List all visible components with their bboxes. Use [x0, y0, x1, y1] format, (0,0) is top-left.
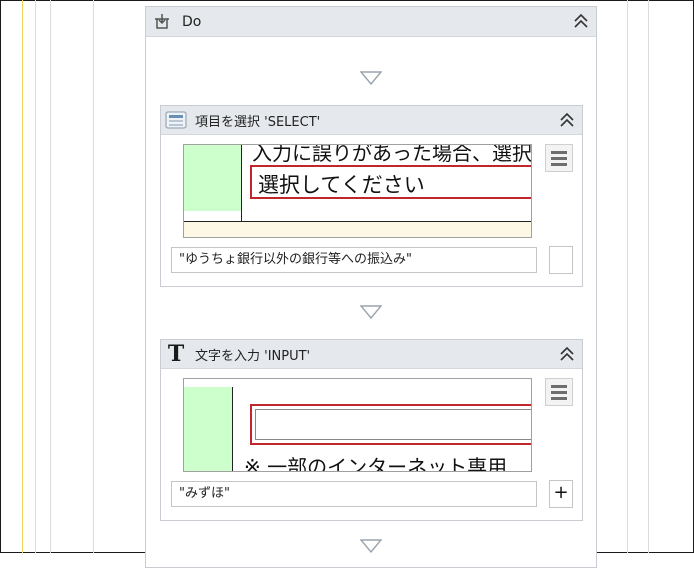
- label-cell: [184, 387, 232, 471]
- input-activity[interactable]: T 文字を入力 'INPUT' ※ 一部のインターネット専用 "みずほ" +: [160, 339, 583, 521]
- collapse-icon[interactable]: [572, 12, 590, 30]
- cell-divider: [241, 145, 242, 221]
- text-value-field[interactable]: "みずほ": [171, 481, 537, 507]
- preview-text-top: 入力に誤りがあった場合、選択: [252, 144, 532, 165]
- guide-line: [22, 0, 23, 553]
- flow-arrow-icon: [360, 71, 382, 85]
- collapse-icon[interactable]: [558, 111, 576, 129]
- preview-text-bottom: ※ 一部のインターネット専用: [244, 455, 508, 472]
- label-cell: [184, 145, 241, 211]
- collapse-icon[interactable]: [558, 345, 576, 363]
- select-box: 選択してください: [250, 165, 531, 199]
- do-loop-icon: [155, 13, 169, 29]
- type-text-icon: T: [167, 341, 185, 367]
- text-input-box: [250, 404, 531, 445]
- input-activity-title: 文字を入力 'INPUT': [195, 348, 311, 364]
- select-activity-header[interactable]: 項目を選択 'SELECT': [161, 106, 582, 135]
- guide-line: [648, 0, 649, 553]
- input-target-screenshot[interactable]: ※ 一部のインターネット専用: [183, 378, 532, 472]
- menu-bar: [551, 150, 567, 154]
- menu-bar: [551, 390, 567, 394]
- guide-line: [627, 0, 628, 553]
- menu-bar: [551, 396, 567, 400]
- flow-arrow-icon: [360, 305, 382, 319]
- select-item-list-button[interactable]: [549, 246, 573, 274]
- options-menu-button[interactable]: [545, 144, 573, 172]
- text-input-inner: [255, 409, 531, 440]
- options-menu-button[interactable]: [545, 378, 573, 406]
- select-activity-title: 項目を選択 'SELECT': [195, 114, 321, 130]
- menu-bar: [551, 384, 567, 388]
- do-header[interactable]: Do: [146, 7, 596, 37]
- select-item-icon: [165, 111, 187, 129]
- flow-arrow-icon: [360, 539, 382, 553]
- add-text-button[interactable]: +: [549, 480, 573, 508]
- do-title: Do: [182, 13, 202, 30]
- select-item-field[interactable]: "ゆうちょ銀行以外の銀行等への振込み": [171, 247, 537, 273]
- guide-line: [50, 0, 51, 553]
- do-sequence-block: Do 項目を選択 'SELECT' 入力に誤りがあった場合、選択 選択してくださ…: [145, 6, 597, 568]
- input-activity-header[interactable]: T 文字を入力 'INPUT': [161, 340, 582, 369]
- guide-line: [35, 0, 36, 553]
- guide-line: [93, 0, 94, 553]
- select-activity[interactable]: 項目を選択 'SELECT' 入力に誤りがあった場合、選択 選択してください "…: [160, 105, 583, 287]
- menu-bar: [551, 162, 567, 166]
- row-background: [184, 222, 531, 237]
- cell-divider: [232, 387, 233, 471]
- menu-bar: [551, 156, 567, 160]
- select-box-text: 選択してください: [258, 173, 425, 197]
- select-target-screenshot[interactable]: 入力に誤りがあった場合、選択 選択してください: [183, 144, 532, 238]
